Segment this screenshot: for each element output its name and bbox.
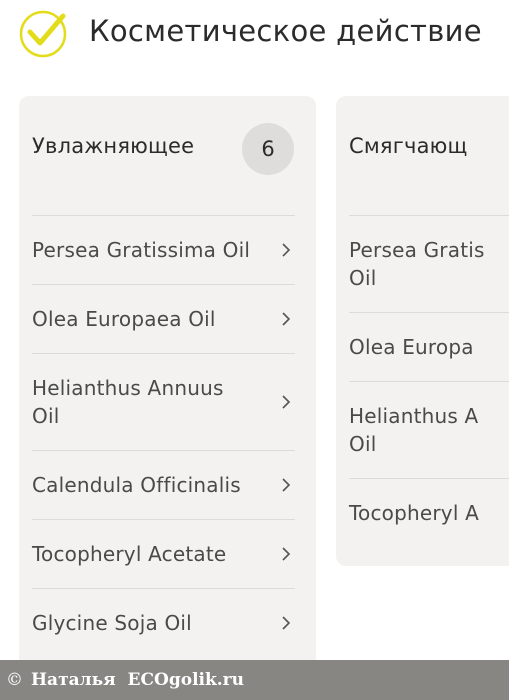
chevron-right-icon <box>282 478 291 492</box>
list-item[interactable]: Helianthus Annuus Oil <box>32 353 295 450</box>
ingredient-label: Tocopheryl A <box>349 501 480 525</box>
list-item[interactable]: Tocopheryl A <box>349 478 509 547</box>
list-item[interactable]: Tocopheryl Acetate <box>32 519 295 588</box>
card-moisturizing: Увлажняющее 6 Persea Gratissima Oil Olea… <box>19 96 316 676</box>
list-item[interactable]: Helianthus A Oil <box>349 381 509 478</box>
ingredient-list: Persea Gratis Oil Olea Europa Helianthus… <box>349 215 509 547</box>
ingredient-label: Helianthus A Oil <box>349 404 479 456</box>
watermark-bar: © Наталья ECOgolik.ru <box>0 660 509 700</box>
list-item[interactable]: Calendula Officinalis <box>32 450 295 519</box>
chevron-right-icon <box>282 312 291 326</box>
ingredient-label: Olea Europa <box>349 335 474 359</box>
ingredient-label: Helianthus Annuus Oil <box>32 376 224 428</box>
copyright-icon: © <box>6 670 23 690</box>
list-item[interactable]: Glycine Soja Oil <box>32 588 295 657</box>
chevron-right-icon <box>282 547 291 561</box>
card-softening: Смягчающ Persea Gratis Oil Olea Europa H… <box>336 96 509 566</box>
chevron-right-icon <box>282 616 291 630</box>
count-badge: 6 <box>242 123 294 175</box>
cards-carousel[interactable]: Увлажняющее 6 Persea Gratissima Oil Olea… <box>0 0 509 700</box>
chevron-right-icon <box>282 243 291 257</box>
ingredient-label: Persea Gratissima Oil <box>32 238 251 262</box>
list-item[interactable]: Olea Europa <box>349 312 509 381</box>
ingredient-label: Olea Europaea Oil <box>32 307 216 331</box>
watermark-text: Наталья ECOgolik.ru <box>31 670 244 690</box>
ingredient-label: Persea Gratis Oil <box>349 238 485 290</box>
card-title: Смягчающ <box>349 134 468 158</box>
list-item[interactable]: Olea Europaea Oil <box>32 284 295 353</box>
ingredient-list: Persea Gratissima Oil Olea Europaea Oil … <box>32 215 295 657</box>
card-title: Увлажняющее <box>32 134 195 158</box>
list-item[interactable]: Persea Gratis Oil <box>349 215 509 312</box>
ingredient-label: Tocopheryl Acetate <box>32 542 227 566</box>
ingredient-label: Glycine Soja Oil <box>32 611 192 635</box>
ingredient-label: Calendula Officinalis <box>32 473 241 497</box>
list-item[interactable]: Persea Gratissima Oil <box>32 215 295 284</box>
chevron-right-icon <box>282 395 291 409</box>
